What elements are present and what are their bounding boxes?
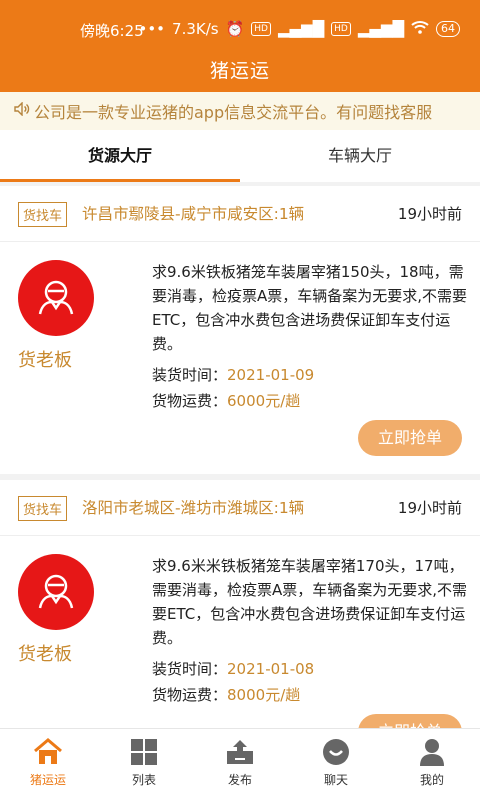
listing-tag: 货找车 xyxy=(18,496,68,521)
grid-icon xyxy=(131,739,157,765)
owner-label: 货老板 xyxy=(18,350,72,371)
dots-icon: ••• xyxy=(138,20,166,38)
alarm-icon: ⏰ xyxy=(225,20,245,38)
avatar xyxy=(18,260,94,336)
listing-time-ago: 19小时前 xyxy=(397,499,462,517)
person-icon xyxy=(38,280,74,315)
nav-mine[interactable]: 我的 xyxy=(384,729,480,800)
signal-icon-2: ▂▄▆█ xyxy=(357,20,404,38)
wifi-icon xyxy=(411,20,429,38)
nav-label: 聊天 xyxy=(323,773,348,787)
nav-list[interactable]: 列表 xyxy=(96,729,192,800)
listing-body: 货老板 求9.6米铁板猪笼车装屠宰猪150头，18吨，需要消毒，检疫票A票，车辆… xyxy=(0,242,480,474)
listing-description: 求9.6米米铁板猪笼车装屠宰猪170头，17吨，需要消毒，检疫票A票，车辆备案为… xyxy=(152,557,468,647)
avatar xyxy=(18,554,94,630)
user-icon xyxy=(420,739,444,766)
status-bar: 傍晚6:25 ••• 7.3K/s ⏰ HD ▂▄▆█ HD ▂▄▆█ 64 xyxy=(0,0,480,46)
tab-bar: 货源大厅 车辆大厅 xyxy=(0,130,480,182)
load-time-value: 2021-01-08 xyxy=(227,660,315,678)
tab-cargo-hall[interactable]: 货源大厅 xyxy=(0,130,240,182)
notice-text: 公司是一款专业运猪的app信息交流平台。有问题找客服 xyxy=(34,103,433,122)
fee-label: 货物运费： xyxy=(152,686,228,704)
listing-description: 求9.6米铁板猪笼车装屠宰猪150头，18吨，需要消毒，检疫票A票，车辆备案为无… xyxy=(152,263,468,353)
listing-route: 洛阳市老城区-潍坊市潍城区:1辆 xyxy=(82,499,305,517)
load-time-value: 2021-01-09 xyxy=(227,366,315,384)
fee-label: 货物运费： xyxy=(152,392,228,410)
tab-vehicle-hall[interactable]: 车辆大厅 xyxy=(240,130,480,182)
nav-label: 猪运运 xyxy=(29,773,66,787)
listing-time-ago: 19小时前 xyxy=(397,205,462,223)
upload-icon xyxy=(227,740,253,764)
app-header: 傍晚6:25 ••• 7.3K/s ⏰ HD ▂▄▆█ HD ▂▄▆█ 64 猪… xyxy=(0,0,480,92)
person-icon xyxy=(38,574,74,609)
listing-tag: 货找车 xyxy=(18,202,68,227)
nav-home[interactable]: 猪运运 xyxy=(0,729,96,800)
fee-row: 货物运费：6000元/趟 xyxy=(152,390,300,411)
speaker-icon xyxy=(14,101,30,120)
page-title: 猪运运 xyxy=(209,60,270,82)
hd-icon-2: HD xyxy=(331,22,351,36)
load-time-label: 装货时间： xyxy=(152,660,228,678)
listing-header: 货找车 洛阳市老城区-潍坊市潍城区:1辆 19小时前 xyxy=(0,480,480,536)
listing-route: 许昌市鄢陵县-咸宁市咸安区:1辆 xyxy=(82,205,305,223)
nav-label: 我的 xyxy=(419,773,444,787)
signal-icon: ▂▄▆█ xyxy=(277,20,325,38)
nav-label: 列表 xyxy=(131,773,156,787)
home-icon xyxy=(34,738,62,764)
listing-card[interactable]: 货找车 许昌市鄢陵县-咸宁市咸安区:1辆 19小时前 货老板 求9.6米铁板猪笼… xyxy=(0,186,480,474)
listing-card[interactable]: 货找车 洛阳市老城区-潍坊市潍城区:1辆 19小时前 货老板 求9.6米米铁板猪… xyxy=(0,480,480,768)
fee-value: 8000元/趟 xyxy=(227,686,301,704)
notice-bar[interactable]: 公司是一款专业运猪的app信息交流平台。有问题找客服 xyxy=(0,92,480,130)
fee-value: 6000元/趟 xyxy=(227,392,301,410)
grab-order-button[interactable]: 立即抢单 xyxy=(358,420,462,456)
load-time-row: 装货时间：2021-01-08 xyxy=(152,658,314,679)
listing-header: 货找车 许昌市鄢陵县-咸宁市咸安区:1辆 19小时前 xyxy=(0,186,480,242)
load-time-row: 装货时间：2021-01-09 xyxy=(152,364,314,385)
battery-icon: 64 xyxy=(436,21,460,37)
owner-label: 货老板 xyxy=(18,644,72,665)
load-time-label: 装货时间： xyxy=(152,366,228,384)
nav-publish[interactable]: 发布 xyxy=(192,729,288,800)
nav-chat[interactable]: 聊天 xyxy=(288,729,384,800)
network-speed: 7.3K/s xyxy=(172,20,219,38)
hd-icon: HD xyxy=(251,22,271,36)
fee-row: 货物运费：8000元/趟 xyxy=(152,684,300,705)
status-time: 傍晚6:25 xyxy=(80,22,144,40)
nav-label: 发布 xyxy=(227,773,252,787)
chat-icon xyxy=(323,739,349,765)
bottom-nav: 猪运运 列表 发布 聊天 我的 xyxy=(0,728,480,800)
